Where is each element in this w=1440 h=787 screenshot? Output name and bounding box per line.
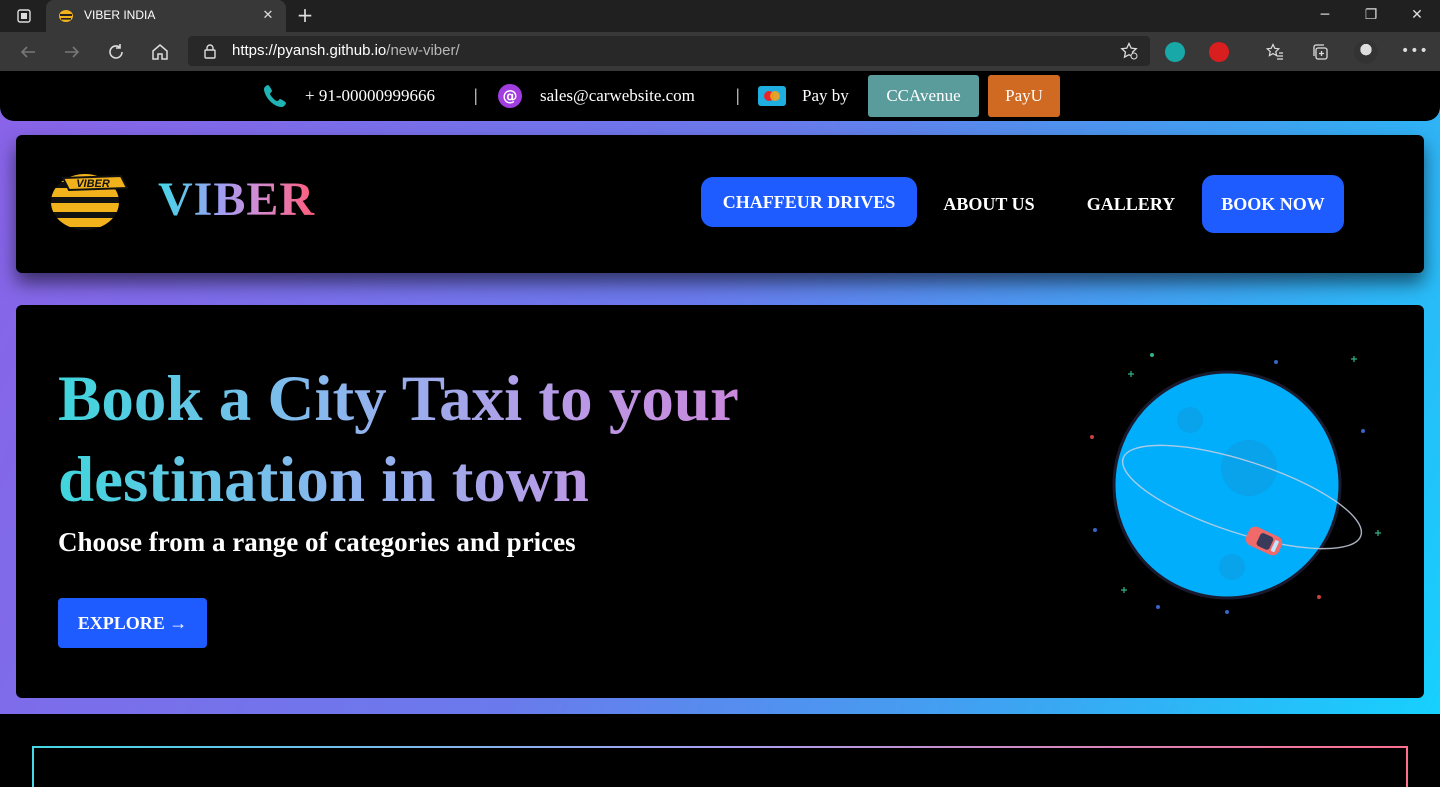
more-icon[interactable]: ••• (1401, 40, 1428, 62)
browser-tab[interactable]: VIBER INDIA ✕ (46, 0, 286, 32)
viber-favicon-icon (58, 8, 74, 24)
pay-label: Pay by (802, 86, 849, 105)
forward-icon[interactable] (60, 40, 84, 64)
hero-title: Book a City Taxi to your destination in … (58, 359, 838, 521)
svg-text:@: @ (503, 87, 518, 105)
maximize-icon[interactable]: ❐ (1359, 4, 1383, 26)
email-address[interactable]: sales@carwebsite.com (540, 71, 695, 121)
favorites-icon[interactable] (1264, 41, 1286, 63)
browser-toolbar: https://pyansh.github.io/new-viber/ ••• (0, 32, 1440, 71)
profile-avatar[interactable] (1354, 40, 1378, 64)
site-header: VIBER VIBER CHAFFEUR DRIVES ABOUT US GAL… (16, 135, 1424, 273)
nav-about-us[interactable]: ABOUT US (934, 187, 1044, 221)
favorite-add-icon[interactable] (1120, 41, 1138, 60)
logo-text: VIBER (76, 178, 110, 190)
extension-icon[interactable] (1209, 42, 1229, 62)
home-icon[interactable] (148, 40, 172, 64)
payu-button[interactable]: PayU (988, 75, 1060, 117)
separator: | (736, 85, 740, 105)
separator: | (474, 85, 478, 105)
plus-icon[interactable]: + (294, 5, 316, 27)
nav-chauffeur-drives[interactable]: CHAFFEUR DRIVES (701, 177, 917, 227)
email-icon: @ (497, 71, 523, 121)
card-icon (758, 71, 786, 121)
next-section (0, 714, 1440, 787)
back-icon[interactable] (16, 40, 40, 64)
planet-illustration (1082, 345, 1402, 625)
hero-subtitle: Choose from a range of categories and pr… (58, 527, 576, 557)
ccavenue-button[interactable]: CCAvenue (868, 75, 979, 117)
close-icon[interactable]: ✕ (260, 8, 276, 24)
viber-logo-icon[interactable]: VIBER (49, 168, 129, 232)
explore-button[interactable]: EXPLORE → (58, 598, 207, 648)
nav-gallery[interactable]: GALLERY (1078, 187, 1184, 221)
window-close-icon[interactable]: ✕ (1405, 4, 1429, 26)
hero-section: Book a City Taxi to your destination in … (16, 305, 1424, 698)
reload-icon[interactable] (104, 40, 128, 64)
collections-icon[interactable] (1309, 41, 1331, 63)
tab-actions-icon[interactable] (10, 6, 38, 26)
phone-number[interactable]: + 91-00000999666 (305, 71, 435, 121)
brand-name[interactable]: VIBER (158, 172, 315, 227)
contact-bar: + 91-00000999666 | @ sales@carwebsite.co… (0, 71, 1440, 121)
minimize-icon[interactable]: ─ (1313, 4, 1337, 26)
page-background: + 91-00000999666 | @ sales@carwebsite.co… (0, 71, 1440, 787)
browser-tab-bar: VIBER INDIA ✕ + ─ ❐ ✕ (0, 0, 1440, 32)
tab-title: VIBER INDIA (84, 8, 156, 22)
phone-icon (262, 71, 288, 121)
extension-icon[interactable] (1165, 42, 1185, 62)
url-text: https://pyansh.github.io/new-viber/ (232, 42, 460, 59)
address-bar[interactable]: https://pyansh.github.io/new-viber/ (188, 36, 1150, 66)
gradient-frame (32, 746, 1408, 787)
lock-icon[interactable] (202, 43, 218, 59)
book-now-button[interactable]: BOOK NOW (1202, 175, 1344, 233)
